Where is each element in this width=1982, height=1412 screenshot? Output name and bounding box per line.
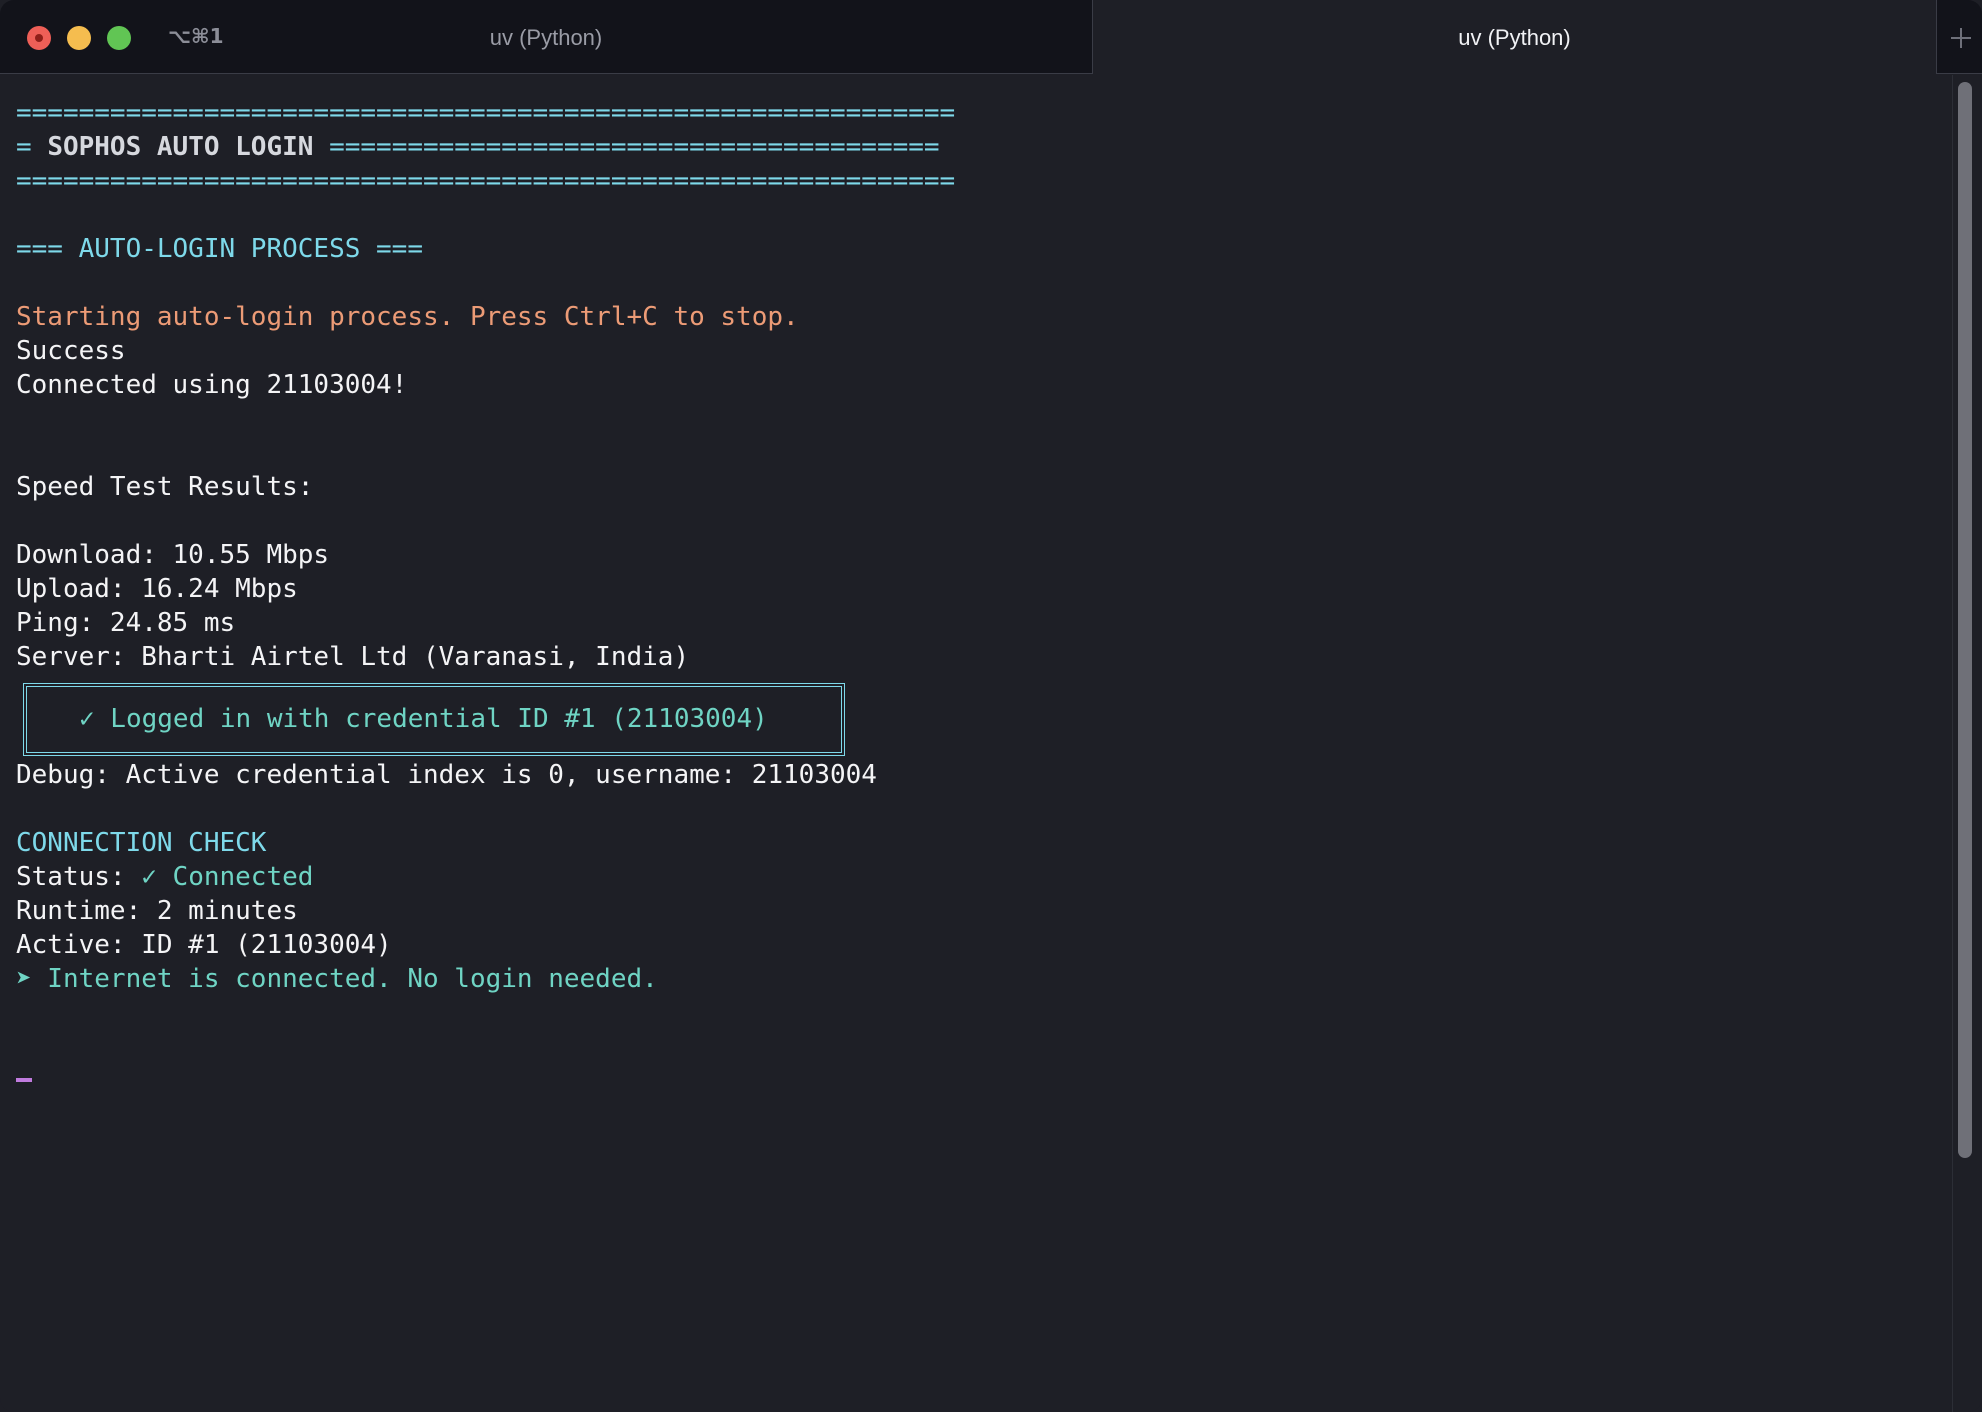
new-tab-button[interactable] [1936,0,1982,74]
terminal-window: ⌥⌘1 uv (Python) uv (Python) ============… [0,0,1982,1412]
server-line: Server: Bharti Airtel Ltd (Varanasi, Ind… [16,642,690,672]
banner-suffix: ======================================= [313,132,940,162]
tab-title-active: uv (Python) [1458,25,1571,50]
status-value: ✓ Connected [141,862,314,892]
download-line: Download: 10.55 Mbps [16,540,330,570]
banner-title-line: = SOPHOS AUTO LOGIN ====================… [16,130,1936,164]
connected-using-line: Connected using 21103004! [16,370,408,400]
start-message: Starting auto-login process. Press Ctrl+… [16,302,799,332]
banner-title: SOPHOS AUTO LOGIN [47,132,314,162]
tab-active[interactable]: uv (Python) [1093,0,1936,75]
connection-check-heading: CONNECTION CHECK [16,828,267,858]
section-heading: === AUTO-LOGIN PROCESS === [16,234,423,264]
login-box: ✓ Logged in with credential ID #1 (21103… [23,683,845,756]
terminal-cursor [16,1078,32,1082]
active-line: Active: ID #1 (21103004) [16,930,392,960]
scrollbar-thumb[interactable] [1958,82,1972,1158]
debug-line: Debug: Active credential index is 0, use… [16,760,877,790]
banner-prefix: = [16,132,48,162]
login-box-text: ✓ Logged in with credential ID #1 (21103… [79,704,768,734]
banner-rule-top: ========================================… [16,98,956,128]
speed-test-heading: Speed Test Results: [16,472,314,502]
runtime-line: Runtime: 2 minutes [16,896,298,926]
banner-rule-bottom: ========================================… [16,166,956,196]
internet-message: ➤ Internet is connected. No login needed… [16,964,658,994]
status-label: Status: [16,862,142,892]
status-line: Status: ✓ Connected [16,860,1936,894]
tab-inactive[interactable]: ⌥⌘1 uv (Python) [0,0,1093,74]
title-bar: ⌥⌘1 uv (Python) uv (Python) [0,0,1982,75]
upload-line: Upload: 16.24 Mbps [16,574,298,604]
success-line: Success [16,336,126,366]
ping-line: Ping: 24.85 ms [16,608,236,638]
login-box-wrapper: ✓ Logged in with credential ID #1 (21103… [16,674,1936,758]
tab-title: uv (Python) [489,25,603,50]
terminal-output[interactable]: ========================================… [16,96,1936,996]
plus-icon-vertical [1960,28,1962,48]
